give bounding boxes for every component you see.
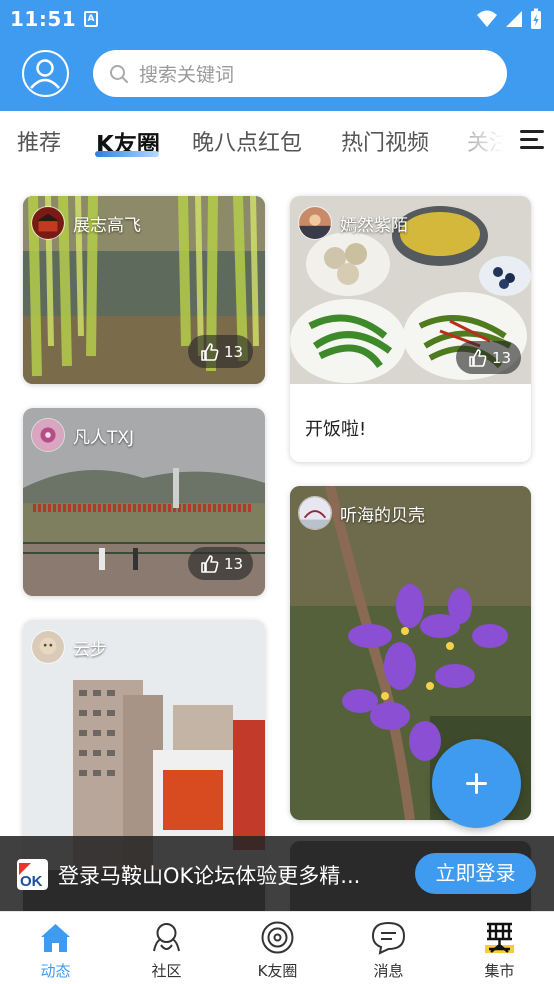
post-caption: 开饭啦! bbox=[305, 419, 367, 440]
tab-recommend[interactable]: 推荐 bbox=[17, 125, 61, 157]
app-root: 11:51 A 搜索关键词 推荐 K友圈 晚八点红包 热门视频 展志高飞 13 … bbox=[0, 0, 554, 984]
nav-item-market[interactable]: 集市 bbox=[444, 912, 554, 984]
tab-fade bbox=[456, 122, 516, 162]
user-avatar-icon bbox=[30, 59, 60, 89]
post-user[interactable]: 听海的贝壳 bbox=[298, 496, 425, 530]
post-card[interactable]: 嫣然紫陌 13 开饭啦! bbox=[290, 196, 531, 462]
k-circle-icon bbox=[261, 921, 294, 954]
thumbs-up-icon bbox=[469, 348, 487, 367]
tab-red-packet[interactable]: 晚八点红包 bbox=[192, 125, 302, 157]
market-icon bbox=[485, 922, 514, 953]
notification-icon: A bbox=[84, 11, 98, 27]
user-name: 展志高飞 bbox=[73, 215, 141, 236]
login-button[interactable]: 立即登录 bbox=[415, 853, 536, 894]
post-user[interactable]: 云步 bbox=[31, 630, 107, 664]
like-button[interactable]: 13 bbox=[188, 335, 254, 368]
tab-hot-videos[interactable]: 热门视频 bbox=[341, 125, 429, 157]
nav-item-feed[interactable]: 动态 bbox=[0, 912, 111, 984]
community-icon bbox=[153, 923, 180, 952]
svg-text:OK: OK bbox=[20, 873, 43, 890]
like-button[interactable]: 13 bbox=[188, 547, 254, 580]
bottom-nav: 动态 社区 K友圈 消息 集市 bbox=[0, 911, 554, 984]
status-icons bbox=[476, 8, 542, 30]
create-post-button[interactable] bbox=[432, 739, 521, 828]
post-user[interactable]: 嫣然紫陌 bbox=[298, 206, 408, 240]
user-avatar bbox=[31, 630, 65, 664]
home-icon bbox=[41, 924, 70, 952]
user-avatar-button[interactable] bbox=[22, 50, 69, 97]
user-name: 云步 bbox=[73, 639, 107, 660]
like-count: 13 bbox=[224, 554, 244, 573]
post-user[interactable]: 凡人TXJ bbox=[31, 418, 134, 452]
user-avatar bbox=[298, 206, 332, 240]
thumbs-up-icon bbox=[201, 554, 219, 573]
user-avatar bbox=[31, 418, 65, 452]
tab-menu-icon[interactable] bbox=[520, 130, 544, 150]
like-count: 13 bbox=[224, 342, 244, 361]
user-name: 听海的贝壳 bbox=[340, 505, 425, 526]
user-avatar bbox=[31, 206, 65, 240]
like-count: 13 bbox=[492, 348, 512, 367]
post-card[interactable]: 凡人TXJ 13 bbox=[23, 408, 265, 596]
battery-icon bbox=[531, 8, 541, 29]
post-user[interactable]: 展志高飞 bbox=[31, 206, 141, 240]
nav-label: 社区 bbox=[151, 962, 182, 980]
search-icon bbox=[110, 64, 128, 83]
user-name: 凡人TXJ bbox=[73, 427, 135, 448]
user-name: 嫣然紫陌 bbox=[340, 215, 408, 236]
header: 11:51 A 搜索关键词 bbox=[0, 0, 554, 111]
search-bar[interactable]: 搜索关键词 bbox=[93, 50, 507, 97]
status-time: 11:51 bbox=[10, 7, 77, 31]
login-banner: OK 登录马鞍山OK论坛体验更多精... 立即登录 bbox=[0, 836, 554, 911]
ok-logo-icon: OK bbox=[17, 859, 48, 890]
nav-item-k-circle[interactable]: K友圈 bbox=[222, 912, 333, 984]
signal-icon bbox=[506, 11, 522, 27]
wifi-icon bbox=[477, 10, 497, 27]
thumbs-up-icon bbox=[201, 342, 219, 361]
nav-label: 集市 bbox=[484, 962, 515, 980]
status-bar: 11:51 A bbox=[0, 0, 554, 38]
search-placeholder: 搜索关键词 bbox=[139, 64, 235, 86]
login-prompt-text: 登录马鞍山OK论坛体验更多精... bbox=[58, 864, 361, 888]
like-button[interactable]: 13 bbox=[456, 341, 522, 374]
post-card[interactable]: 展志高飞 13 bbox=[23, 196, 265, 384]
nav-label: K友圈 bbox=[257, 962, 298, 980]
nav-label: 动态 bbox=[40, 962, 71, 980]
nav-item-messages[interactable]: 消息 bbox=[333, 912, 444, 984]
nav-label: 消息 bbox=[373, 962, 404, 980]
user-avatar bbox=[298, 496, 332, 530]
active-tab-indicator bbox=[95, 151, 159, 157]
message-icon bbox=[371, 921, 406, 955]
nav-item-community[interactable]: 社区 bbox=[111, 912, 222, 984]
